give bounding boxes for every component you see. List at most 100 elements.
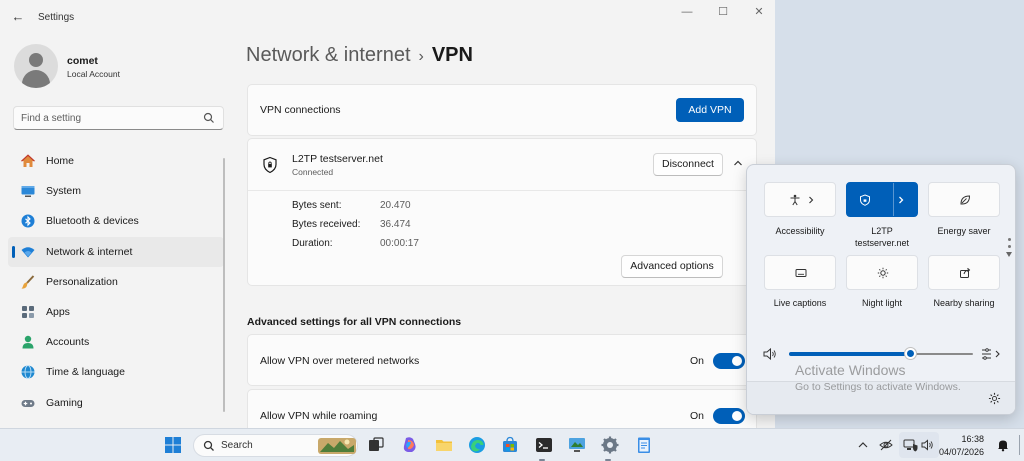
live-captions-tile[interactable] — [764, 255, 836, 290]
vpn-connections-label: VPN connections — [260, 104, 341, 116]
copilot-icon[interactable] — [400, 435, 420, 455]
brush-icon — [21, 275, 35, 289]
bytes-sent-value: 20.470 — [380, 200, 411, 211]
share-icon — [960, 267, 971, 278]
sidebar-item-label: Personalization — [46, 275, 118, 288]
sidebar-item-apps[interactable]: Apps — [8, 297, 224, 327]
settings-gear-icon[interactable] — [600, 435, 620, 455]
audio-output-icon[interactable] — [981, 347, 1003, 361]
maximize-button[interactable]: ☐ — [712, 4, 734, 20]
store-icon[interactable] — [500, 435, 520, 455]
search-icon — [203, 440, 214, 451]
chevron-right-icon[interactable] — [895, 194, 907, 206]
vpn-tile[interactable] — [846, 182, 918, 217]
taskbar-search-label: Search — [221, 440, 253, 451]
notepad-icon[interactable] — [634, 435, 654, 455]
wifi-icon — [21, 246, 35, 258]
activation-watermark-title: Activate Windows — [795, 362, 906, 378]
chevron-right-icon — [809, 196, 814, 204]
sidebar-item-personalization[interactable]: Personalization — [8, 267, 224, 297]
volume-thumb[interactable] — [904, 348, 916, 359]
close-button[interactable]: ✕ — [748, 4, 770, 20]
sidebar-nav: Home System Bluetooth & devices Network … — [8, 146, 224, 418]
disconnect-button[interactable]: Disconnect — [653, 153, 723, 176]
settings-search[interactable] — [13, 106, 224, 130]
tile-label: Nearby sharing — [933, 298, 995, 308]
bytes-received-label: Bytes received: — [292, 219, 361, 230]
sidebar-item-home[interactable]: Home — [8, 146, 224, 176]
start-icon[interactable] — [163, 435, 183, 455]
advanced-options-button[interactable]: Advanced options — [621, 255, 723, 278]
sidebar-item-label: Accounts — [46, 336, 90, 349]
breadcrumb-parent[interactable]: Network & internet — [246, 44, 411, 66]
tile-divider — [893, 183, 894, 216]
setting-label: Allow VPN while roaming — [260, 410, 378, 422]
taskbar-search[interactable]: Search — [193, 434, 358, 457]
account-type: Local Account — [67, 69, 120, 79]
breadcrumb: Network & internet › VPN — [246, 44, 473, 67]
sidebar-item-label: System — [46, 185, 82, 198]
tile-label: L2TP testserver.net — [854, 226, 910, 248]
edge-icon[interactable] — [467, 435, 487, 455]
chevron-up-icon[interactable] — [732, 157, 744, 169]
sidebar-item-gaming[interactable]: Gaming — [8, 388, 224, 418]
app-title: Settings — [38, 12, 75, 23]
clock-time[interactable]: 16:38 — [948, 434, 984, 444]
captions-icon — [795, 269, 807, 277]
gear-icon[interactable] — [988, 392, 1001, 405]
setting-label: Allow VPN over metered networks — [260, 355, 420, 367]
clock-date[interactable]: 04/07/2026 — [938, 447, 984, 457]
back-button[interactable]: ← — [8, 8, 28, 26]
chevron-up-icon[interactable] — [856, 438, 870, 452]
tray-quick-settings-button[interactable] — [899, 432, 939, 458]
sidebar-item-accounts[interactable]: Accounts — [8, 327, 224, 357]
bytes-sent-label: Bytes sent: — [292, 200, 342, 211]
tile-label: Live captions — [773, 298, 827, 308]
sidebar-scrollbar[interactable] — [223, 158, 225, 412]
toggle-state: On — [690, 410, 705, 422]
sidebar-item-label: Gaming — [46, 396, 83, 409]
vpn-item-header[interactable]: L2TP testserver.net Connected Disconnect — [248, 139, 756, 191]
roaming-toggle[interactable] — [713, 408, 745, 424]
title-bar: ← Settings — ☐ ✕ — [0, 0, 775, 34]
tile-label: Night light — [861, 298, 903, 308]
avatar[interactable] — [14, 44, 58, 88]
task-view-icon[interactable] — [366, 435, 386, 455]
notification-bell-icon[interactable] — [996, 438, 1010, 452]
energy-saver-tile[interactable] — [928, 182, 1000, 217]
search-input[interactable] — [21, 111, 201, 126]
duration-label: Duration: — [292, 238, 333, 249]
sidebar-item-time-language[interactable]: Time & language — [8, 357, 224, 387]
sidebar-item-label: Time & language — [46, 366, 125, 379]
show-desktop-button[interactable] — [1019, 435, 1020, 455]
file-explorer-icon[interactable] — [434, 435, 454, 455]
metered-networks-toggle[interactable] — [713, 353, 745, 369]
sidebar-item-system[interactable]: System — [8, 176, 224, 206]
sidebar-item-label: Network & internet — [46, 245, 133, 258]
volume-fill — [789, 352, 911, 356]
vpn-name: L2TP testserver.net — [292, 153, 383, 165]
settings-window: ← Settings — ☐ ✕ comet Local Account Hom… — [0, 0, 775, 428]
globe-clock-icon — [21, 365, 35, 380]
monitor-icon — [21, 186, 35, 198]
accessibility-tile[interactable] — [764, 182, 836, 217]
remote-desktop-icon[interactable] — [567, 435, 587, 455]
volume-slider[interactable] — [789, 348, 973, 359]
sidebar-item-label: Home — [46, 155, 75, 167]
terminal-icon[interactable] — [534, 435, 554, 455]
night-light-tile[interactable] — [846, 255, 918, 290]
sidebar-item-bluetooth[interactable]: Bluetooth & devices — [8, 206, 224, 236]
page-indicator[interactable] — [1006, 238, 1012, 261]
minimize-button[interactable]: — — [676, 4, 698, 20]
speaker-icon[interactable] — [763, 348, 777, 360]
sun-icon — [877, 267, 889, 279]
sidebar-item-network[interactable]: Network & internet — [8, 236, 224, 267]
sidebar-item-label: Apps — [46, 305, 70, 318]
hidden-eye-icon[interactable] — [879, 438, 893, 452]
vpn-status: Connected — [292, 167, 334, 177]
nearby-sharing-tile[interactable] — [928, 255, 1000, 290]
tile-label: Energy saver — [937, 226, 991, 236]
add-vpn-button[interactable]: Add VPN — [676, 98, 744, 122]
home-icon — [21, 154, 35, 167]
metered-networks-setting: Allow VPN over metered networks On — [247, 334, 757, 386]
